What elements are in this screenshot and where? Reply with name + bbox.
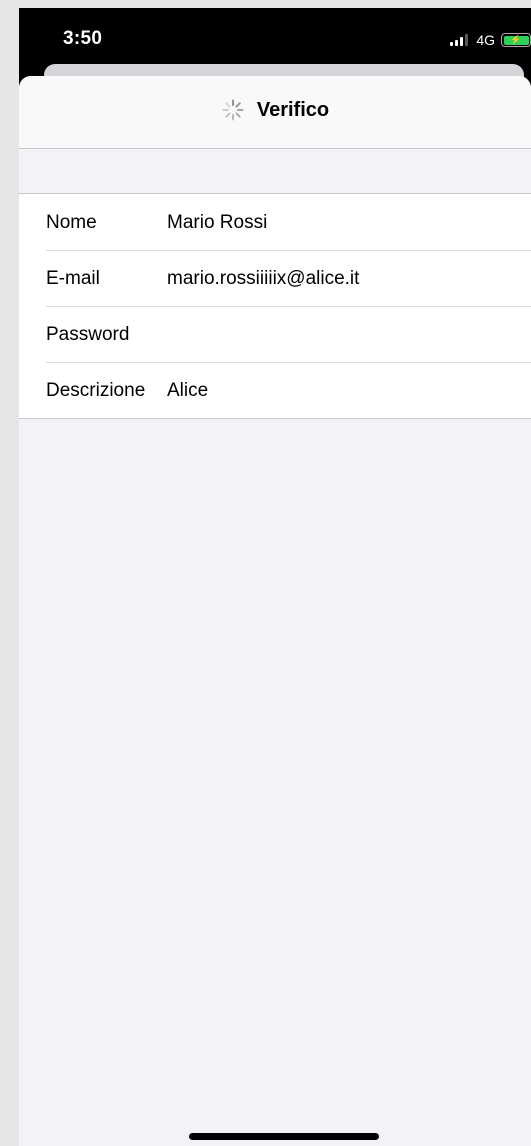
- row-label: Descrizione: [46, 380, 146, 401]
- form-row-description[interactable]: Descrizione Alice: [19, 362, 531, 418]
- nav-title-group: Verifico: [19, 98, 531, 122]
- phone-screen: 3:50 4G ⚡ Verifico Nome Mario Rossi E-ma…: [19, 8, 531, 1146]
- signal-icon: [450, 34, 469, 46]
- spinner-icon: [222, 99, 244, 121]
- form-row-email[interactable]: E-mail mario.rossiiiiix@alice.it: [19, 250, 531, 306]
- name-field[interactable]: Mario Rossi: [167, 212, 267, 234]
- row-label: E-mail: [46, 268, 100, 289]
- description-field[interactable]: Alice: [167, 380, 208, 402]
- network-label: 4G: [476, 32, 495, 48]
- account-sheet: Verifico Nome Mario Rossi E-mail mario.r…: [19, 76, 531, 1146]
- home-indicator[interactable]: [189, 1133, 379, 1140]
- status-time: 3:50: [63, 28, 103, 49]
- email-field[interactable]: mario.rossiiiiix@alice.it: [167, 268, 359, 290]
- account-form: Nome Mario Rossi E-mail mario.rossiiiiix…: [19, 193, 531, 419]
- status-indicators: 4G ⚡: [450, 31, 531, 49]
- nav-title: Verifico: [256, 98, 330, 121]
- form-row-name[interactable]: Nome Mario Rossi: [19, 194, 531, 250]
- form-row-password[interactable]: Password: [19, 306, 531, 362]
- row-label: Nome: [46, 212, 97, 233]
- status-bar: 3:50 4G ⚡: [19, 8, 531, 64]
- battery-charging-icon: ⚡: [501, 33, 531, 47]
- navigation-bar: Verifico: [19, 76, 531, 149]
- row-label: Password: [46, 324, 130, 345]
